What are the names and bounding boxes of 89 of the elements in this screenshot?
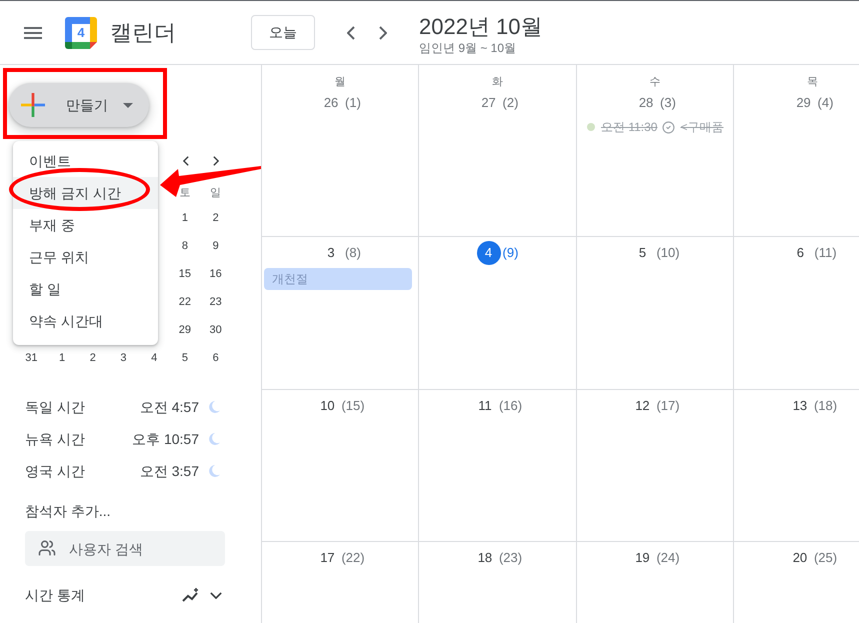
moon-icon <box>208 401 220 413</box>
month-title: 2022년 10월 <box>419 13 543 41</box>
date-number[interactable]: 20 <box>788 548 812 568</box>
caret-down-icon <box>123 102 133 108</box>
clock-time: 오전 4:57 <box>140 398 199 416</box>
calendar-logo: 4 <box>65 16 97 48</box>
mini-calendar-day[interactable]: 4 <box>151 350 158 366</box>
date-number[interactable]: 12 <box>630 396 654 416</box>
date-number[interactable]: 19 <box>630 548 654 568</box>
clock-label: 영국 시간 <box>25 462 85 480</box>
check-circle-icon <box>662 120 676 134</box>
week-number: (18) <box>814 397 838 416</box>
add-attendees-label: 참석자 추가... <box>25 502 111 520</box>
mini-calendar-day[interactable]: 6 <box>212 350 219 366</box>
people-icon <box>38 539 56 557</box>
menu-icon[interactable] <box>24 26 42 38</box>
date-number[interactable]: 26 <box>319 93 344 113</box>
date-number[interactable]: 28 <box>634 93 658 113</box>
date-number[interactable]: 5 <box>630 243 654 263</box>
mini-calendar-day[interactable]: 22 <box>178 294 192 310</box>
weekday-label: 일 <box>210 186 222 202</box>
clock-label: 뉴욕 시간 <box>25 430 85 448</box>
people-search-field[interactable]: 사용자 검색 <box>25 531 225 566</box>
weekday-label: 토 <box>179 186 190 202</box>
menu-item[interactable]: 근무 위치 <box>13 241 158 273</box>
lunar-calendar-subtitle: 임인년 9월 ~ 10월 <box>419 41 518 55</box>
clock-time: 오전 3:57 <box>140 462 199 480</box>
time-insights-label[interactable]: 시간 통계 <box>25 584 85 606</box>
week-number: (1) <box>345 94 361 112</box>
moon-icon <box>208 433 220 445</box>
plus-icon <box>21 93 45 117</box>
sparkle-chart-icon[interactable] <box>182 588 200 602</box>
mini-calendar-day[interactable]: 8 <box>182 238 188 254</box>
week-number: (2) <box>502 94 518 112</box>
week-number: (3) <box>660 94 676 112</box>
date-number[interactable]: 4 <box>476 241 501 265</box>
date-number[interactable]: 29 <box>792 93 816 113</box>
chevron-right-icon[interactable] <box>213 156 219 166</box>
mini-calendar-day[interactable]: 3 <box>120 350 127 366</box>
date-number[interactable]: 18 <box>472 548 497 568</box>
menu-item[interactable]: 할 일 <box>13 273 158 305</box>
week-number: (9) <box>502 244 518 262</box>
chevron-down-icon[interactable] <box>210 592 222 598</box>
weekday-label: 화 <box>492 75 503 90</box>
mini-calendar-day[interactable]: 2 <box>212 210 219 226</box>
week-number: (24) <box>656 549 680 568</box>
week-number: (10) <box>656 244 680 262</box>
week-number: (16) <box>498 397 522 416</box>
date-number[interactable]: 10 <box>315 396 340 416</box>
chevron-left-icon[interactable] <box>347 26 355 40</box>
mini-calendar-day[interactable]: 5 <box>182 350 188 366</box>
clock-time: 오후 10:57 <box>132 430 199 448</box>
weekday-label: 월 <box>334 75 346 90</box>
menu-item[interactable]: 이벤트 <box>13 145 158 177</box>
mini-calendar-day[interactable]: 31 <box>25 350 38 366</box>
mini-calendar-day[interactable]: 1 <box>59 350 66 366</box>
week-number: (25) <box>814 549 838 568</box>
week-number: (22) <box>341 549 365 568</box>
mini-calendar-day[interactable]: 15 <box>178 266 192 282</box>
date-number[interactable]: 3 <box>319 243 344 263</box>
menu-item[interactable]: 부재 중 <box>13 209 158 241</box>
mini-calendar-day[interactable]: 30 <box>210 322 222 338</box>
moon-icon <box>208 465 220 477</box>
today-button[interactable]: 오늘 <box>251 15 315 50</box>
mini-calendar-day[interactable]: 2 <box>90 350 96 366</box>
week-number: (4) <box>818 94 834 112</box>
week-number: (23) <box>498 549 522 568</box>
chevron-left-icon[interactable] <box>183 156 189 166</box>
mini-calendar-day[interactable]: 16 <box>210 266 222 282</box>
date-number[interactable]: 13 <box>788 396 812 416</box>
date-number[interactable]: 11 <box>472 396 497 416</box>
mini-calendar-day[interactable]: 29 <box>178 322 192 338</box>
date-number[interactable]: 6 <box>788 243 812 263</box>
mini-calendar-day[interactable]: 23 <box>210 294 222 310</box>
chevron-right-icon[interactable] <box>379 26 387 40</box>
app-name: 캘린더 <box>110 18 176 46</box>
week-number: (15) <box>341 397 365 416</box>
week-number: (8) <box>345 244 361 262</box>
mini-calendar-day[interactable]: 1 <box>182 210 188 226</box>
date-number[interactable]: 17 <box>315 548 340 568</box>
week-number: (17) <box>656 397 680 416</box>
weekday-label: 목 <box>807 75 818 90</box>
weekday-label: 수 <box>650 75 660 90</box>
week-number: (11) <box>814 244 837 262</box>
clock-label: 독일 시간 <box>25 398 85 416</box>
mini-calendar-day[interactable]: 9 <box>212 238 219 254</box>
menu-item[interactable]: 약속 시간대 <box>13 305 158 337</box>
date-number[interactable]: 27 <box>476 93 501 113</box>
create-button[interactable]: 만들기 <box>9 83 149 127</box>
